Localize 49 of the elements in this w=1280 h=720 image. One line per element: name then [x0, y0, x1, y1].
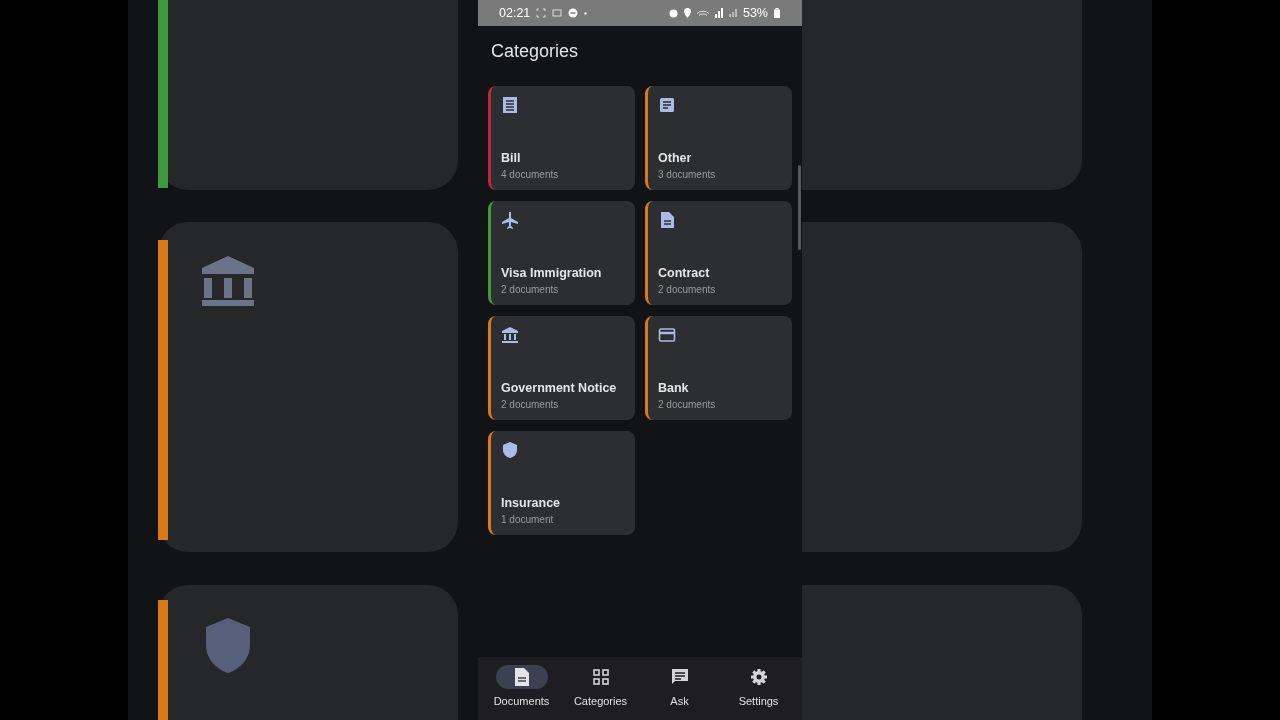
category-card[interactable]: Bill 4 documents — [488, 86, 635, 190]
category-card[interactable]: Visa Immigration 2 documents — [488, 201, 635, 305]
document-count: 2 documents — [501, 399, 560, 410]
category-name: Insurance — [501, 496, 562, 510]
category-name: Visa Immigration — [501, 266, 603, 280]
category-name: Bank — [658, 381, 690, 395]
document-count: 2 documents — [501, 284, 560, 295]
nav-tab[interactable]: Categories — [561, 657, 640, 720]
category-card[interactable]: Insurance 1 document — [488, 431, 635, 535]
dot-icon — [584, 11, 588, 15]
category-card[interactable]: Bank 2 documents — [645, 316, 792, 420]
document-count: 2 documents — [658, 399, 717, 410]
document-count: 2 documents — [658, 284, 717, 295]
category-name: Other — [658, 151, 693, 165]
document-count: 1 document — [501, 514, 555, 525]
battery-percentage: 53% — [742, 6, 768, 20]
document-count: 3 documents — [658, 169, 717, 180]
category-name: Bill — [501, 151, 522, 165]
category-card[interactable]: Contract 2 documents — [645, 201, 792, 305]
document-icon — [513, 668, 530, 686]
document-icon — [658, 211, 676, 229]
chat-icon — [670, 668, 689, 686]
screen-title: Categories — [490, 40, 580, 62]
category-name: Contract — [658, 266, 711, 280]
category-card[interactable]: Other 3 documents — [645, 86, 792, 190]
category-card[interactable]: Government Notice 2 documents — [488, 316, 635, 420]
wifi-icon — [696, 10, 709, 16]
nav-tab[interactable]: Ask — [640, 657, 719, 720]
shield-icon — [501, 441, 519, 459]
document-count: 4 documents — [501, 169, 560, 180]
nav-tab[interactable]: Documents — [482, 657, 561, 720]
status-time: 02:21 — [499, 6, 531, 20]
alarm-icon — [668, 8, 678, 18]
settings-icon — [749, 668, 768, 686]
nav-tab[interactable]: Settings — [719, 657, 798, 720]
receipt-icon — [501, 96, 519, 114]
do-not-disturb-icon — [568, 8, 579, 18]
grid-icon — [592, 669, 609, 685]
signal-icon — [728, 9, 737, 17]
bank-icon — [501, 326, 519, 344]
battery-icon — [774, 8, 780, 18]
screen-record-icon — [552, 9, 563, 17]
credit-card-icon — [658, 326, 676, 344]
signal-icon — [714, 8, 723, 18]
airplane-icon — [501, 211, 519, 229]
screenshot-icon — [536, 8, 547, 18]
category-name: Government Notice — [501, 381, 618, 395]
location-icon — [683, 8, 691, 18]
notes-icon — [658, 96, 676, 114]
